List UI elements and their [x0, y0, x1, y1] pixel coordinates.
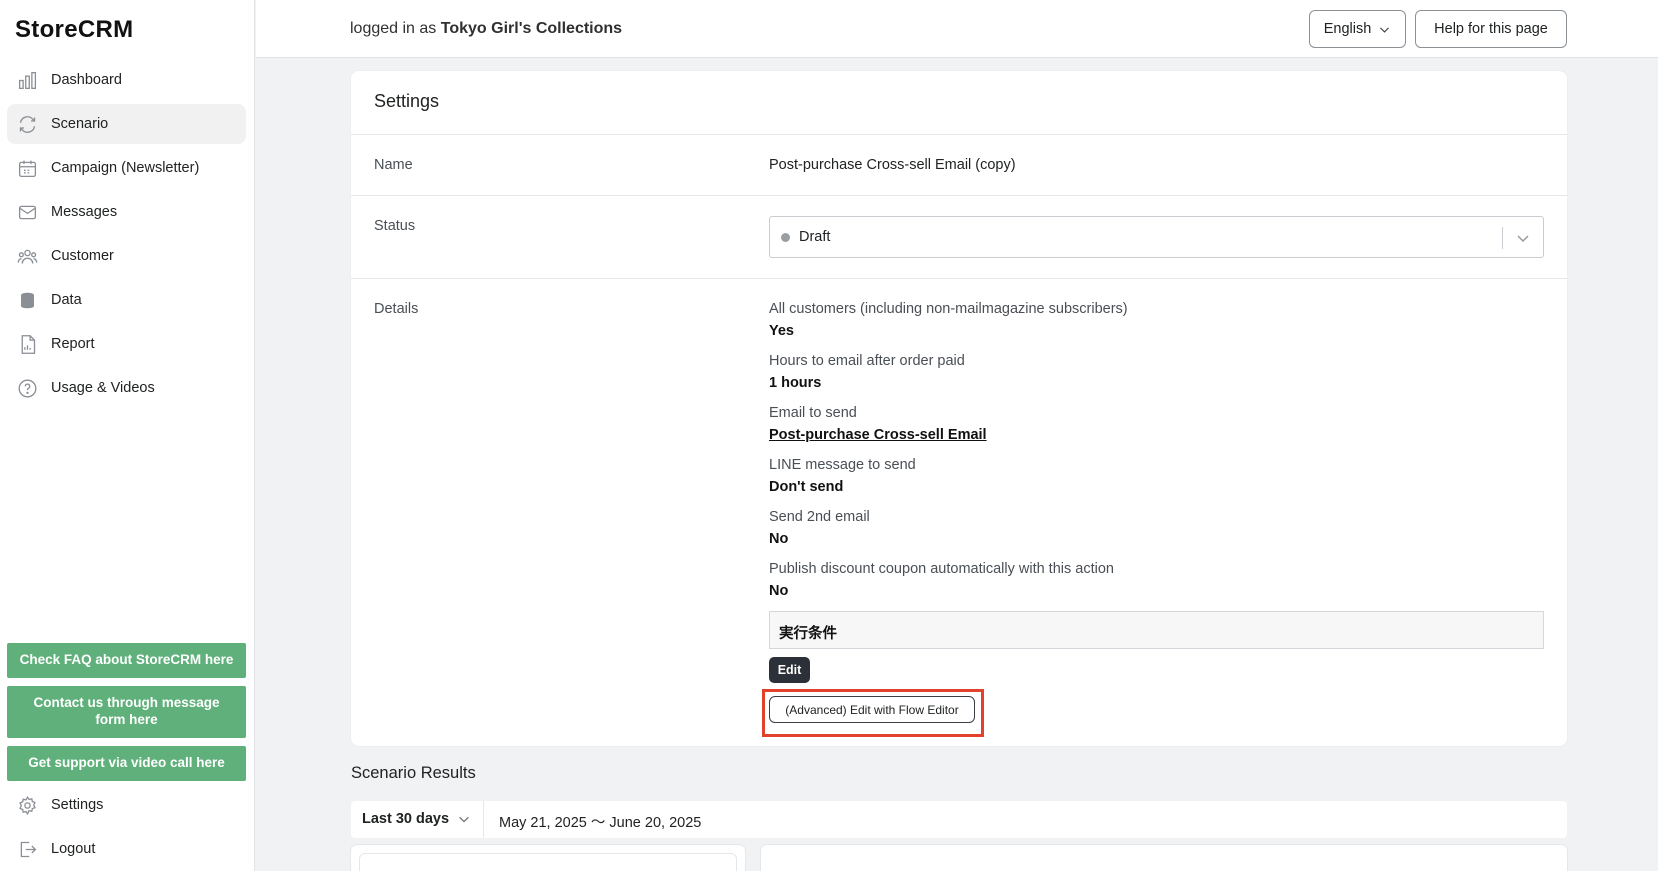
detail-value: No [769, 583, 789, 599]
settings-card: Settings Name Post-purchase Cross-sell E… [351, 71, 1567, 746]
divider [351, 134, 1567, 135]
status-value: Draft [799, 229, 831, 245]
edit-button[interactable]: Edit [769, 657, 810, 683]
nav-campaign[interactable]: Campaign (Newsletter) [7, 148, 246, 188]
detail-value: Don't send [769, 479, 844, 495]
nav-logout-label: Logout [51, 841, 96, 857]
results-panel-right [761, 845, 1567, 871]
logged-in-prefix: logged in as [350, 20, 437, 37]
chevron-down-icon [1380, 26, 1390, 33]
logged-in-info: logged in as Tokyo Girl's Collections [350, 20, 622, 38]
execution-conditions-title: 実行条件 [779, 626, 837, 642]
bar-chart-icon [16, 69, 38, 91]
select-separator [1502, 227, 1503, 249]
range-separator [483, 801, 484, 838]
nav-dashboard[interactable]: Dashboard [7, 60, 246, 100]
nav-campaign-label: Campaign (Newsletter) [51, 160, 200, 176]
detail-label: Publish discount coupon automatically wi… [769, 561, 1114, 577]
logout-icon [16, 838, 38, 860]
results-panel-left [351, 845, 745, 871]
detail-label: All customers (including non-mailmagazin… [769, 301, 1128, 317]
top-bar: logged in as Tokyo Girl's Collections En… [256, 0, 1658, 58]
execution-conditions-box: 実行条件 [769, 611, 1544, 649]
store-name: Tokyo Girl's Collections [440, 20, 623, 37]
nav-data[interactable]: Data [7, 280, 246, 320]
date-range-value: May 21, 2025 〜 June 20, 2025 [499, 815, 702, 831]
nav-usage-videos[interactable]: Usage & Videos [7, 368, 246, 408]
nav-scenario-label: Scenario [51, 116, 109, 132]
nav-customer-label: Customer [51, 248, 114, 264]
detail-label: LINE message to send [769, 457, 916, 473]
video-support-button[interactable]: Get support via video call here [7, 746, 246, 781]
language-label: English [1323, 21, 1372, 37]
nav-settings[interactable]: Settings [7, 785, 246, 825]
settings-title: Settings [374, 91, 440, 111]
report-icon [16, 333, 38, 355]
flow-editor-button[interactable]: (Advanced) Edit with Flow Editor [769, 696, 975, 723]
detail-value: Yes [769, 323, 794, 339]
nav-messages-label: Messages [51, 204, 118, 220]
status-dot [781, 233, 790, 242]
help-page-button[interactable]: Help for this page [1415, 10, 1567, 48]
nav-report-label: Report [51, 336, 95, 352]
email-to-send-link[interactable]: Post-purchase Cross-sell Email [769, 427, 987, 443]
database-icon [16, 289, 38, 311]
nav-report[interactable]: Report [7, 324, 246, 364]
language-select[interactable]: English [1309, 10, 1406, 48]
help-circle-icon [16, 377, 38, 399]
sidebar: StoreCRM Dashboard Scenario Campaign (Ne… [0, 0, 255, 871]
status-label: Status [374, 218, 416, 234]
users-icon [16, 245, 38, 267]
nav-data-label: Data [51, 292, 82, 308]
detail-value: No [769, 531, 789, 547]
detail-label: Send 2nd email [769, 509, 870, 525]
contact-form-button[interactable]: Contact us through message form here [7, 686, 246, 738]
nav-scenario[interactable]: Scenario [7, 104, 246, 144]
results-panel-inner [359, 853, 737, 871]
detail-value: 1 hours [769, 375, 822, 391]
refresh-icon [16, 113, 38, 135]
nav-customer[interactable]: Customer [7, 236, 246, 276]
mail-icon [16, 201, 38, 223]
date-range-bar: Last 30 days May 21, 2025 〜 June 20, 202… [351, 801, 1567, 838]
name-value: Post-purchase Cross-sell Email (copy) [769, 157, 1016, 173]
nav-usage-videos-label: Usage & Videos [51, 380, 155, 396]
scenario-results-title: Scenario Results [351, 764, 476, 782]
gear-icon [16, 794, 38, 816]
date-range-label: Last 30 days [362, 811, 450, 827]
chevron-down-icon[interactable] [1515, 230, 1531, 246]
chevron-down-icon [459, 816, 469, 823]
detail-label: Hours to email after order paid [769, 353, 965, 369]
divider [351, 195, 1567, 196]
nav-settings-label: Settings [51, 797, 104, 813]
status-select[interactable]: Draft [769, 216, 1544, 258]
calendar-icon [16, 157, 38, 179]
date-range-select[interactable]: Last 30 days [362, 811, 471, 827]
faq-button[interactable]: Check FAQ about StoreCRM here [7, 643, 246, 678]
divider [351, 278, 1567, 279]
nav-dashboard-label: Dashboard [51, 72, 122, 88]
nav-logout[interactable]: Logout [7, 829, 246, 869]
name-label: Name [374, 157, 413, 173]
nav-messages[interactable]: Messages [7, 192, 246, 232]
brand-logo[interactable]: StoreCRM [15, 16, 133, 44]
details-label: Details [374, 301, 419, 317]
detail-label: Email to send [769, 405, 857, 421]
